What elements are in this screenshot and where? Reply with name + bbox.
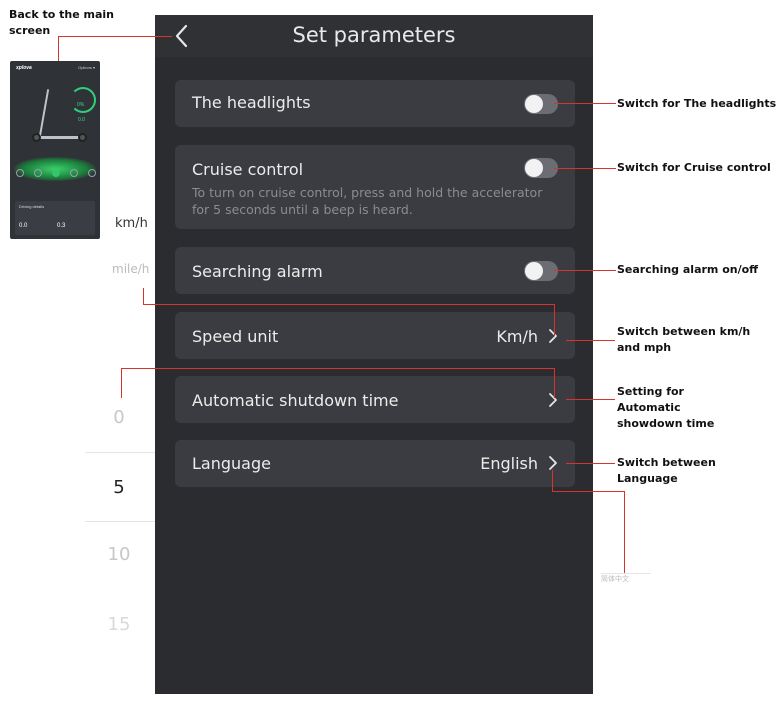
row-headlights[interactable]: The headlights: [175, 80, 575, 127]
thumbnail-menu: Options ▾: [78, 65, 95, 70]
leader-line-cruise: [554, 168, 616, 169]
picker-separator-bottom: [85, 521, 155, 522]
leader-line-shutdown: [566, 399, 615, 400]
chevron-right-icon: [545, 455, 561, 471]
leader-line-speed-unit: [566, 340, 615, 341]
leader-line-language-down: [552, 470, 553, 492]
leader-line-speed-unit-left: [143, 304, 554, 305]
toggle-knob: [525, 262, 543, 280]
row-searching-alarm[interactable]: Searching alarm: [175, 247, 575, 294]
main-screen-thumbnail: xplova Options ▾ 0% 0.0 Driving details …: [10, 61, 100, 239]
leader-line-language-ghost: [624, 491, 625, 573]
annotation-headlights: Switch for The headlights: [617, 97, 777, 110]
thumbnail-icon-row: [16, 169, 96, 177]
alarm-icon: [70, 169, 78, 177]
leader-line-back: [58, 36, 172, 37]
driving-distance-1: 0.0: [19, 223, 28, 229]
time-option-10[interactable]: 10: [84, 544, 154, 565]
speed-unit-value: Km/h: [496, 327, 538, 346]
annotation-cruise: Switch for Cruise control: [617, 161, 771, 174]
row-cruise-control[interactable]: Cruise control To turn on cruise control…: [175, 145, 575, 229]
cruise-description: To turn on cruise control, press and hol…: [192, 185, 543, 217]
language-value: English: [480, 454, 538, 473]
leader-line-back-v: [58, 36, 59, 61]
row-speed-unit[interactable]: Speed unit Km/h: [175, 312, 575, 359]
scooter-deck: [38, 136, 82, 139]
thumbnail-gauge: [70, 87, 96, 113]
leader-line-shutdown-left: [121, 368, 554, 369]
page-title: Set parameters: [292, 23, 456, 47]
leader-line-speed-unit-down: [554, 304, 555, 336]
toggle-knob: [525, 159, 543, 177]
thumbnail-brand: xplova: [16, 65, 32, 71]
row-speed-unit-label: Speed unit: [192, 327, 279, 346]
toggle-knob: [525, 95, 543, 113]
row-language-label: Language: [192, 454, 271, 473]
headlights-toggle[interactable]: [524, 94, 558, 114]
language-ghost-label: 简体中文: [601, 576, 629, 583]
row-language[interactable]: Language English: [175, 440, 575, 487]
settings-screen: Set parameters The headlights Cruise con…: [155, 15, 593, 694]
driving-distance-2: 0.3: [57, 223, 66, 229]
annotation-alarm: Searching alarm on/off: [617, 263, 759, 276]
chevron-right-icon: [545, 392, 561, 408]
scooter-front-wheel: [32, 133, 41, 142]
chevron-right-icon: [545, 328, 561, 344]
annotation-speed-unit: Switch between km/h and mph: [617, 325, 751, 354]
picker-separator-top: [85, 452, 155, 453]
thumbnail-speed: 0.0: [78, 117, 85, 123]
leader-line-headlights: [554, 103, 616, 104]
header-bar: Set parameters: [155, 15, 593, 57]
light-icon: [34, 169, 42, 177]
driving-card-title: Driving details: [19, 204, 45, 209]
row-auto-shutdown[interactable]: Automatic shutdown time: [175, 376, 575, 423]
annotation-back: Back to the main screen: [9, 8, 114, 37]
scooter-stem: [38, 89, 50, 137]
row-cruise-label: Cruise control: [192, 160, 304, 179]
leader-line-language-across: [552, 491, 624, 492]
leader-line-alarm: [554, 270, 616, 271]
row-auto-shutdown-label: Automatic shutdown time: [192, 391, 399, 410]
thumbnail-percent: 0%: [77, 102, 85, 108]
row-alarm-label: Searching alarm: [192, 262, 323, 281]
scooter-rear-wheel: [78, 133, 87, 142]
time-option-0[interactable]: 0: [84, 407, 154, 428]
annotation-language: Switch between Language: [617, 456, 716, 485]
cruise-control-toggle[interactable]: [524, 158, 558, 178]
lock-icon: [16, 169, 24, 177]
searching-alarm-toggle[interactable]: [524, 261, 558, 281]
annotation-shutdown: Setting for Automatic showdown time: [617, 385, 715, 430]
time-option-15[interactable]: 15: [84, 614, 154, 635]
leader-line-shutdown-left-v: [121, 368, 122, 398]
unit-option-kmh[interactable]: km/h: [115, 216, 148, 231]
thumbnail-driving-card: Driving details 0.0 0.3: [15, 201, 95, 235]
cruise-icon: [88, 169, 96, 177]
leader-line-language: [566, 463, 615, 464]
power-icon: [52, 169, 60, 177]
leader-line-shutdown-down: [554, 368, 555, 398]
row-headlights-label: The headlights: [192, 93, 311, 112]
unit-option-mileh[interactable]: mile/h: [112, 262, 149, 276]
leader-line-speed-unit-up: [143, 288, 144, 305]
time-option-5[interactable]: 5: [84, 477, 154, 498]
